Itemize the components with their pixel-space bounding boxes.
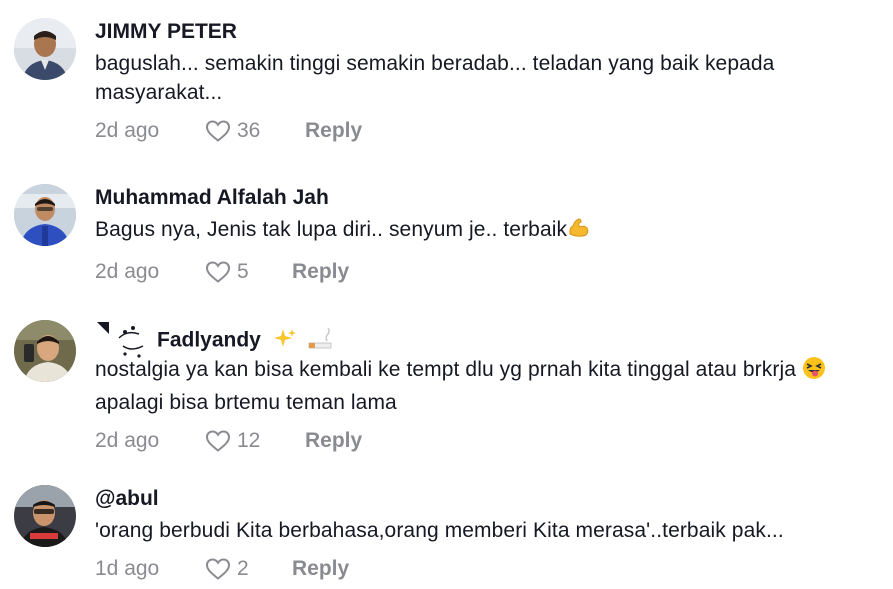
cigarette-emoji — [307, 327, 333, 359]
like-button[interactable]: 36 — [205, 117, 267, 145]
username[interactable]: Fadlyandy — [157, 329, 261, 352]
comment-meta: 2d ago 36 Reply — [95, 117, 887, 145]
heart-icon — [205, 261, 231, 283]
heart-icon — [205, 430, 231, 452]
sparkles-emoji — [273, 327, 297, 359]
comment-list: JIMMY PETER baguslah... semakin tinggi s… — [0, 0, 893, 589]
timestamp: 1d ago — [95, 557, 160, 580]
heart-icon — [205, 120, 231, 142]
username[interactable]: @abul — [95, 485, 887, 513]
avatar[interactable] — [14, 320, 76, 382]
avatar[interactable] — [14, 184, 76, 246]
comment-text: nostalgia ya kan bisa kembali ke tempt d… — [95, 355, 887, 417]
reply-button[interactable]: Reply — [292, 258, 349, 286]
username[interactable]: JIMMY PETER — [95, 18, 887, 46]
like-count: 5 — [237, 260, 249, 283]
comment-text: baguslah... semakin tinggi semakin berad… — [95, 52, 775, 104]
comment-meta: 2d ago 5 Reply — [95, 258, 887, 286]
like-button[interactable]: 5 — [205, 258, 254, 286]
flexed-biceps-emoji — [567, 216, 591, 248]
heart-icon — [205, 558, 231, 580]
like-count: 36 — [237, 119, 261, 142]
username[interactable]: Muhammad Alfalah Jah — [95, 184, 887, 212]
like-count: 2 — [237, 557, 249, 580]
timestamp: 2d ago — [95, 119, 160, 142]
comment-meta: 2d ago 12 Reply — [95, 427, 887, 455]
comment-text-line1: nostalgia ya kan bisa kembali ke tempt d… — [95, 358, 796, 381]
timestamp: 2d ago — [95, 429, 160, 452]
reply-button[interactable]: Reply — [292, 555, 349, 583]
like-button[interactable]: 2 — [205, 555, 254, 583]
comment-meta: 1d ago 2 Reply — [95, 555, 887, 583]
squinting-tongue-emoji — [802, 356, 826, 388]
comment-text-content: Bagus nya, Jenis tak lupa diri.. senyum … — [95, 218, 568, 241]
like-button[interactable]: 12 — [205, 427, 267, 455]
comment-text: Bagus nya, Jenis tak lupa diri.. senyum … — [95, 215, 887, 248]
comment-text: 'orang berbudi Kita berbahasa,orang memb… — [95, 519, 784, 542]
comment-text-line2: apalagi bisa brtemu teman lama — [95, 391, 397, 414]
like-count: 12 — [237, 429, 261, 452]
reply-button[interactable]: Reply — [305, 427, 362, 455]
timestamp: 2d ago — [95, 260, 160, 283]
avatar[interactable] — [14, 485, 76, 547]
avatar[interactable] — [14, 18, 76, 80]
reply-button[interactable]: Reply — [305, 117, 362, 145]
